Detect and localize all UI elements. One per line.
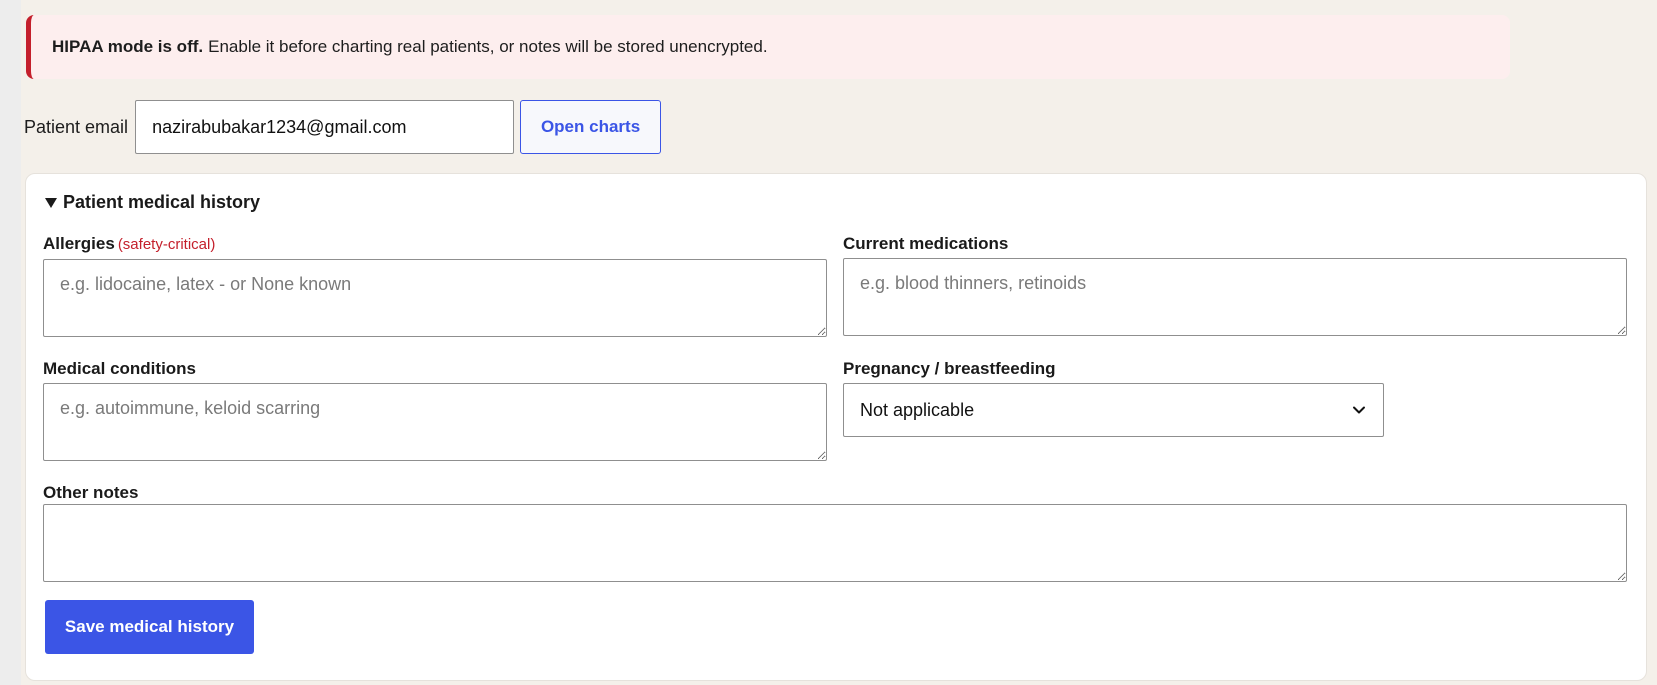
patient-email-label: Patient email <box>24 116 129 137</box>
medical-history-title: Patient medical history <box>63 192 261 212</box>
expanded-triangle-icon <box>45 198 57 208</box>
other-notes-textarea[interactable] <box>43 504 1627 582</box>
patient-email-row: Patient email Open charts <box>24 100 662 154</box>
left-gutter <box>0 0 21 685</box>
allergies-textarea[interactable] <box>43 259 827 337</box>
conditions-textarea[interactable] <box>43 383 827 461</box>
medical-history-toggle[interactable]: Patient medical history <box>45 192 260 213</box>
pregnancy-selected-value: Not applicable <box>860 399 975 420</box>
medical-history-card: Patient medical history Allergies (safety… <box>25 173 1647 681</box>
hipaa-warning-banner: HIPAA mode is off. Enable it before char… <box>26 15 1510 79</box>
pregnancy-select[interactable]: Not applicable <box>843 383 1384 437</box>
open-charts-button[interactable]: Open charts <box>520 100 662 154</box>
conditions-label: Medical conditions <box>43 359 197 378</box>
medications-textarea[interactable] <box>843 258 1627 336</box>
allergies-label: Allergies (safety-critical) <box>43 234 215 254</box>
safety-critical-note: (safety-critical) <box>117 236 216 253</box>
allergies-label-text: Allergies <box>43 234 115 253</box>
pregnancy-label: Pregnancy / breastfeeding <box>843 359 1056 378</box>
medications-label: Current medications <box>843 234 1009 253</box>
save-medical-history-button[interactable]: Save medical history <box>45 600 254 654</box>
page: HIPAA mode is off. Enable it before char… <box>21 0 1657 685</box>
patient-email-input[interactable] <box>135 100 515 154</box>
other-notes-label: Other notes <box>43 483 139 502</box>
chevron-down-icon <box>1353 406 1365 414</box>
alert-text: Enable it before charting real patients,… <box>208 37 768 56</box>
alert-bold-text: HIPAA mode is off. <box>52 37 204 56</box>
